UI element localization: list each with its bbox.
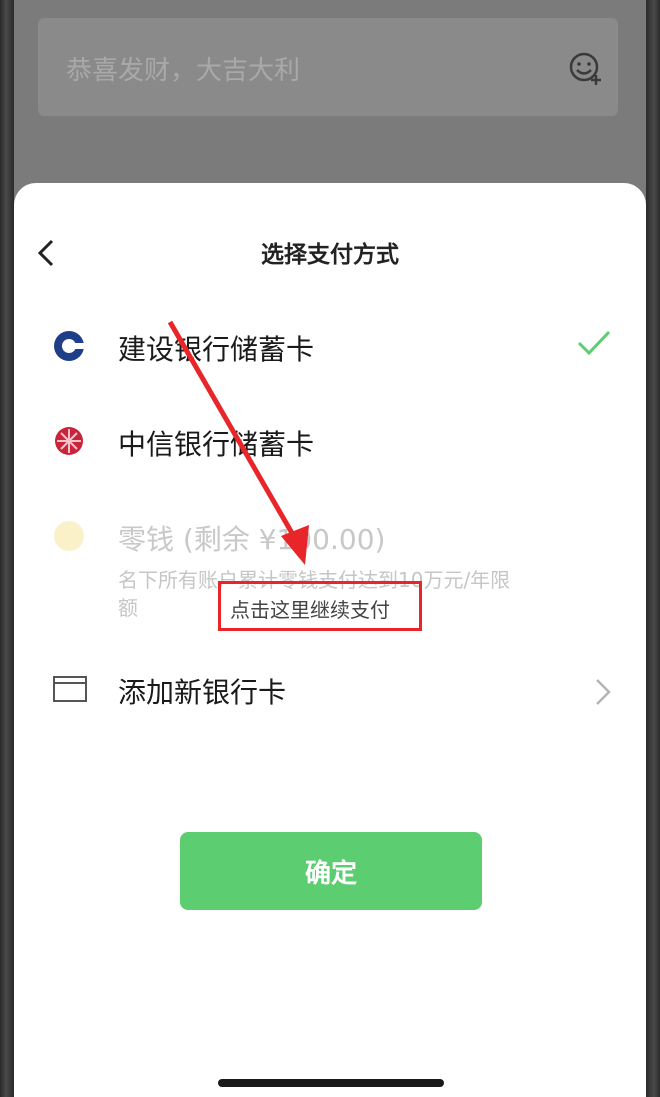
selected-check-icon: [577, 330, 611, 356]
option-label: 添加新银行卡: [118, 676, 287, 709]
option-add-card[interactable]: 添加新银行卡: [14, 651, 646, 731]
option-label: 零钱 (剩余 ¥100.00): [118, 523, 386, 556]
greeting-input[interactable]: 恭喜发财，大吉大利: [38, 18, 618, 116]
continue-payment-link[interactable]: 点击这里继续支付: [230, 594, 390, 623]
payment-method-sheet: 选择支付方式 建设银行储蓄卡 中信银行储蓄卡 零钱 (剩余 ¥100.00) 名…: [14, 183, 646, 1097]
option-label: 建设银行储蓄卡: [118, 333, 315, 366]
sheet-title: 选择支付方式: [261, 242, 399, 268]
chevron-right-icon: [596, 679, 611, 705]
card-icon: [53, 676, 87, 702]
option-ccb-debit[interactable]: 建设银行储蓄卡: [14, 308, 646, 388]
ccb-bank-icon: [54, 331, 85, 361]
citic-bank-icon: [55, 427, 83, 455]
option-label: 中信银行储蓄卡: [118, 428, 315, 461]
greeting-text: 恭喜发财，大吉大利: [66, 56, 301, 86]
emoji-add-icon[interactable]: [568, 50, 604, 86]
screen: 恭喜发财，大吉大利 选择支付方式 建设银行储蓄卡 中信银行储蓄卡 零钱 (剩余 …: [14, 0, 646, 1097]
wallet-change-icon: [54, 521, 84, 551]
confirm-button[interactable]: 确定: [180, 832, 482, 910]
option-citic-debit[interactable]: 中信银行储蓄卡: [14, 403, 646, 483]
home-indicator: [218, 1079, 444, 1087]
